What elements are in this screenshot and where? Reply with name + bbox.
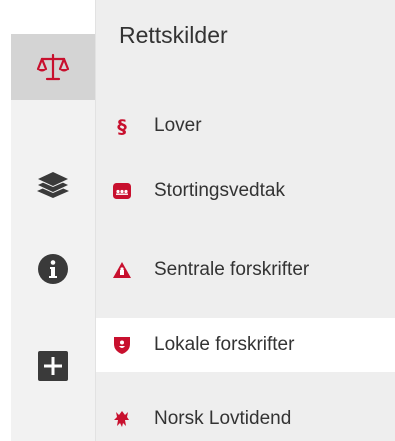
icon-rail (0, 0, 95, 441)
list-item-label: Lokale forskrifter (154, 334, 295, 355)
layers-icon (37, 172, 69, 198)
panel-title: Rettskilder (119, 22, 228, 48)
svg-text:§: § (117, 116, 127, 136)
list-item-lokale-forskrifter[interactable]: Lokale forskrifter (96, 318, 395, 372)
rail-button-info[interactable] (11, 236, 95, 302)
scales-icon (36, 53, 70, 81)
shield-emblem-icon (113, 336, 131, 354)
lion-crest-icon (113, 410, 131, 428)
rail-button-add[interactable] (11, 333, 95, 399)
list-item-label: Sentrale forskrifter (154, 259, 310, 280)
rail-button-layers[interactable] (11, 152, 95, 218)
list-item-norsk-lovtidend[interactable]: Norsk Lovtidend (96, 392, 395, 441)
list-item-sentrale-forskrifter[interactable]: Sentrale forskrifter (96, 243, 395, 297)
rail-button-sources[interactable] (11, 34, 95, 100)
list-item-lover[interactable]: § Lover (96, 99, 395, 153)
plus-icon (38, 351, 68, 381)
section-sign-icon: § (113, 116, 131, 136)
sources-panel: Rettskilder § Lover Stortingsvedtak Sent… (95, 0, 395, 441)
list-item-label: Lover (154, 115, 202, 136)
stortinget-icon (113, 182, 131, 200)
list-item-label: Stortingsvedtak (154, 180, 285, 201)
info-icon (38, 254, 68, 284)
list-item-label: Norsk Lovtidend (154, 408, 292, 429)
triangle-emblem-icon (113, 261, 131, 279)
list-item-stortingsvedtak[interactable]: Stortingsvedtak (96, 164, 395, 218)
